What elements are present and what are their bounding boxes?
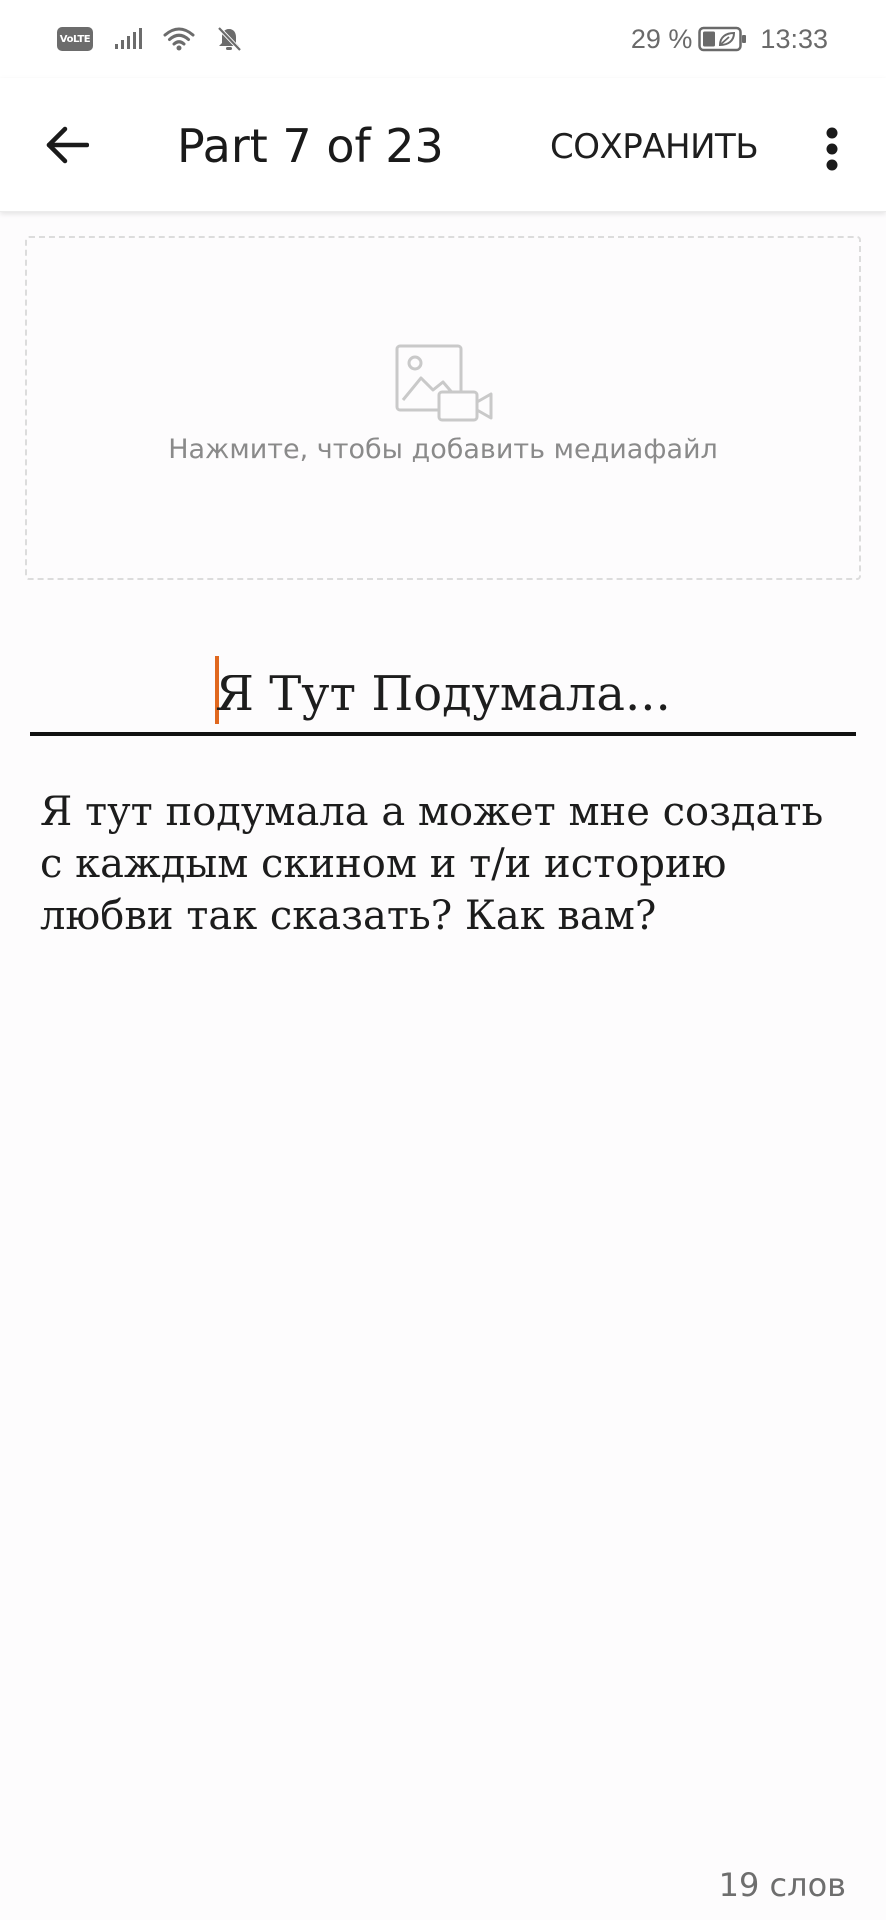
save-button[interactable]: СОХРАНИТЬ: [550, 122, 759, 172]
signal-icon: [113, 27, 143, 51]
word-count: 19 слов: [719, 1866, 846, 1904]
add-media-area[interactable]: Нажмите, чтобы добавить медиафайл: [25, 236, 861, 580]
back-button[interactable]: [34, 112, 100, 178]
part-title-value: Я Тут Подумала...: [215, 666, 671, 722]
wifi-icon: [163, 26, 195, 52]
clock: 13:33: [760, 23, 828, 54]
more-options-button[interactable]: [812, 116, 852, 182]
word-count-label: слов: [769, 1866, 846, 1904]
word-count-value: 19: [718, 1866, 760, 1904]
battery-icon: [698, 25, 748, 53]
page-title: Part 7 of 23: [177, 119, 444, 173]
add-media-hint: Нажмите, чтобы добавить медиафайл: [168, 434, 718, 465]
more-vertical-icon: [826, 127, 838, 171]
arrow-left-icon: [46, 126, 89, 164]
app-bar: Part 7 of 23 СОХРАНИТЬ: [0, 78, 886, 212]
volte-badge: VoLTE: [57, 27, 93, 51]
battery-percent: 29 %: [630, 23, 693, 54]
status-icons-left: VoLTE: [57, 22, 243, 56]
story-body-text[interactable]: Я тут подумала а может мне создать с каж…: [40, 786, 840, 942]
part-title-input[interactable]: Я Тут Подумала...: [30, 656, 856, 726]
status-bar: VoLTE 29 % 13:33: [0, 0, 886, 78]
status-icons-right: 29 % 13:33: [631, 20, 828, 58]
part-title-field[interactable]: Я Тут Подумала...: [30, 650, 856, 736]
story-editor-screen: VoLTE 29 % 13:33 Part 7 of 23 СОХРАНИТЬ …: [0, 0, 886, 1920]
image-video-icon: [395, 344, 493, 424]
bell-off-icon: [215, 25, 243, 53]
